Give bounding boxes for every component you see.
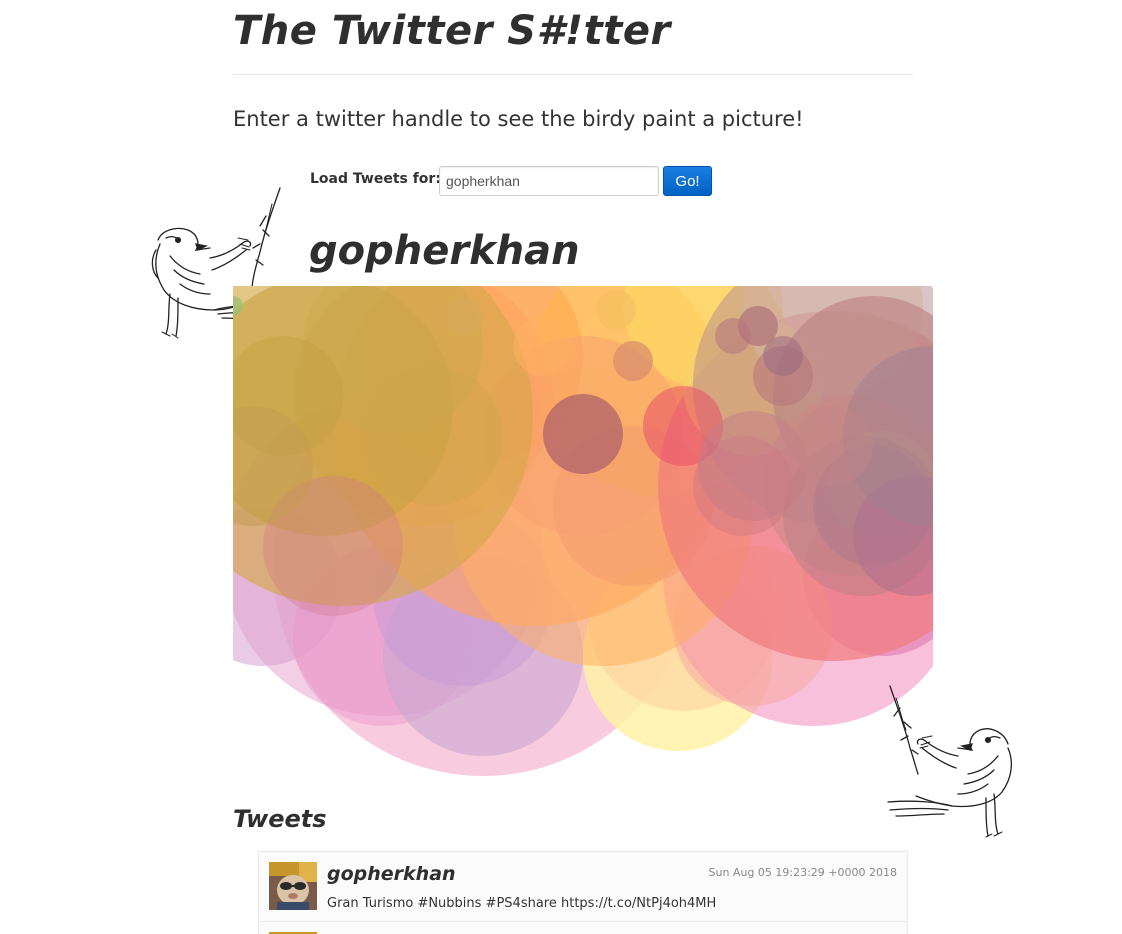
tweet-item	[258, 922, 908, 934]
tweet-item: gopherkhan Sun Aug 05 19:23:29 +0000 201…	[258, 851, 908, 922]
avatar[interactable]	[269, 862, 317, 910]
bird-painting-canvas	[233, 286, 933, 786]
intro-text: Enter a twitter handle to see the birdy …	[233, 107, 804, 131]
tweets-heading: Tweets	[233, 805, 327, 833]
tweet-timestamp: Sun Aug 05 19:23:29 +0000 2018	[708, 866, 898, 879]
bird-on-branch-icon	[887, 685, 1013, 838]
site-title: The Twitter S#!tter	[233, 8, 671, 54]
tweet-text: Gran Turismo #Nubbins #PS4share https://…	[327, 896, 717, 911]
header-divider	[233, 74, 913, 75]
handle-heading: gopherkhan	[309, 228, 580, 274]
tweet-username[interactable]: gopherkhan	[327, 863, 456, 885]
go-button[interactable]: Go!	[663, 166, 712, 196]
tweet-list: gopherkhan Sun Aug 05 19:23:29 +0000 201…	[258, 851, 908, 934]
load-tweets-label: Load Tweets for:	[310, 171, 441, 187]
handle-input[interactable]	[439, 166, 659, 196]
